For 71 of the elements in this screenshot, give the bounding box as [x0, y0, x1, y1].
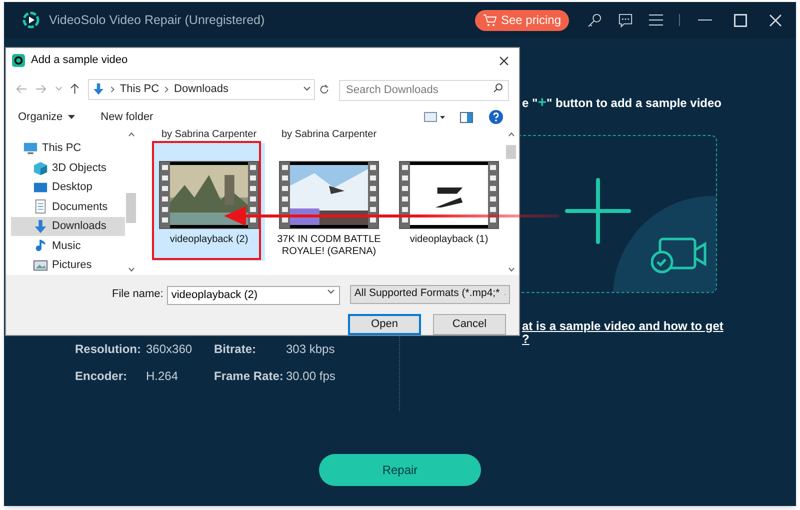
info-label: Frame Rate: — [214, 369, 284, 384]
up-arrow-icon[interactable] — [70, 83, 80, 95]
video-camera-check-icon — [651, 236, 707, 274]
breadcrumb-item[interactable]: Downloads — [174, 80, 228, 98]
file-item[interactable]: 37K IN CODM BATTLE ROYALE! (GARENA) — [273, 143, 385, 261]
breadcrumb-item[interactable]: This PC — [120, 80, 160, 98]
nav-item[interactable]: This PC — [11, 139, 125, 158]
caret-down-icon — [68, 115, 75, 119]
help-icon[interactable] — [489, 110, 503, 124]
info-label: Encoder: — [75, 369, 128, 384]
scrollbar-thumb[interactable] — [506, 145, 516, 159]
computer-icon — [23, 141, 38, 156]
repair-button[interactable]: Repair — [319, 454, 481, 486]
chevron-right-icon — [164, 86, 170, 92]
view-options-icon[interactable] — [424, 111, 446, 123]
info-value: 30.00 fps — [286, 369, 336, 384]
chevron-down-icon[interactable] — [128, 267, 134, 272]
cube-icon — [33, 160, 48, 176]
nav-item[interactable]: Pictures — [11, 256, 125, 275]
chevron-down-icon[interactable] — [508, 267, 514, 272]
file-caption: by Sabrina Carpenter — [281, 129, 377, 142]
file-item[interactable]: videoplayback (1) — [393, 143, 505, 261]
new-folder-button[interactable]: New folder — [100, 108, 154, 126]
key-icon[interactable] — [587, 12, 602, 28]
download-arrow-icon — [33, 218, 48, 234]
nav-item[interactable]: Downloads — [11, 216, 125, 236]
document-icon — [33, 199, 48, 214]
app-logo-icon — [12, 54, 25, 67]
info-value: 360x360 — [146, 342, 194, 357]
info-label: Resolution: — [75, 342, 142, 357]
download-arrow-icon — [92, 82, 105, 96]
info-value: H.264 — [146, 369, 180, 384]
file-caption: by Sabrina Carpenter — [161, 129, 257, 142]
nav-item[interactable]: Desktop — [11, 178, 125, 198]
file-type-dropdown[interactable]: All Supported Formats (*.mp4;* — [350, 284, 510, 304]
scrollbar-thumb[interactable] — [126, 193, 136, 223]
nav-item[interactable]: Documents — [11, 197, 125, 217]
window-title: VideoSolo Video Repair (Unregistered) — [49, 12, 265, 29]
chevron-up-icon[interactable] — [508, 132, 514, 137]
menu-icon[interactable] — [649, 14, 663, 26]
close-icon[interactable] — [499, 56, 509, 66]
file-item[interactable]: videoplayback (2) — [153, 143, 265, 261]
maximize-icon[interactable] — [734, 14, 747, 26]
cart-icon — [482, 14, 497, 26]
file-name-field[interactable]: videoplayback (2) — [167, 286, 340, 304]
chat-icon[interactable] — [618, 12, 633, 28]
refresh-icon[interactable] — [318, 84, 329, 94]
search-field[interactable]: Search Downloads — [339, 80, 509, 100]
chevron-right-icon — [110, 86, 115, 92]
info-label: Bitrate: — [214, 342, 258, 357]
nav-item[interactable]: 3D Objects — [11, 158, 125, 178]
organize-menu[interactable]: Organize — [18, 108, 75, 126]
instruction-text: e "+" button to add a sample video — [522, 93, 723, 113]
help-link[interactable]: at is a sample video and how to get ? — [522, 320, 796, 346]
address-bar[interactable]: This PC Downloads — [88, 78, 315, 100]
chevron-up-icon[interactable] — [128, 132, 134, 137]
app-logo-icon — [21, 10, 41, 30]
pictures-icon — [33, 258, 48, 273]
minimize-icon[interactable] — [698, 19, 712, 21]
dropdown-caret-icon[interactable] — [302, 86, 311, 92]
plus-icon[interactable] — [564, 178, 630, 244]
search-icon — [493, 83, 503, 93]
info-value: 303 kbps — [286, 342, 336, 357]
nav-item[interactable]: Music — [11, 236, 125, 256]
preview-pane-icon[interactable] — [460, 112, 473, 122]
dropdown-caret-icon[interactable] — [327, 289, 336, 294]
file-name-label: File name: — [112, 286, 164, 302]
music-note-icon — [33, 238, 48, 254]
open-button[interactable]: Open — [348, 314, 421, 335]
cancel-button[interactable]: Cancel — [433, 314, 506, 335]
dialog-title: Add a sample video — [31, 53, 128, 68]
